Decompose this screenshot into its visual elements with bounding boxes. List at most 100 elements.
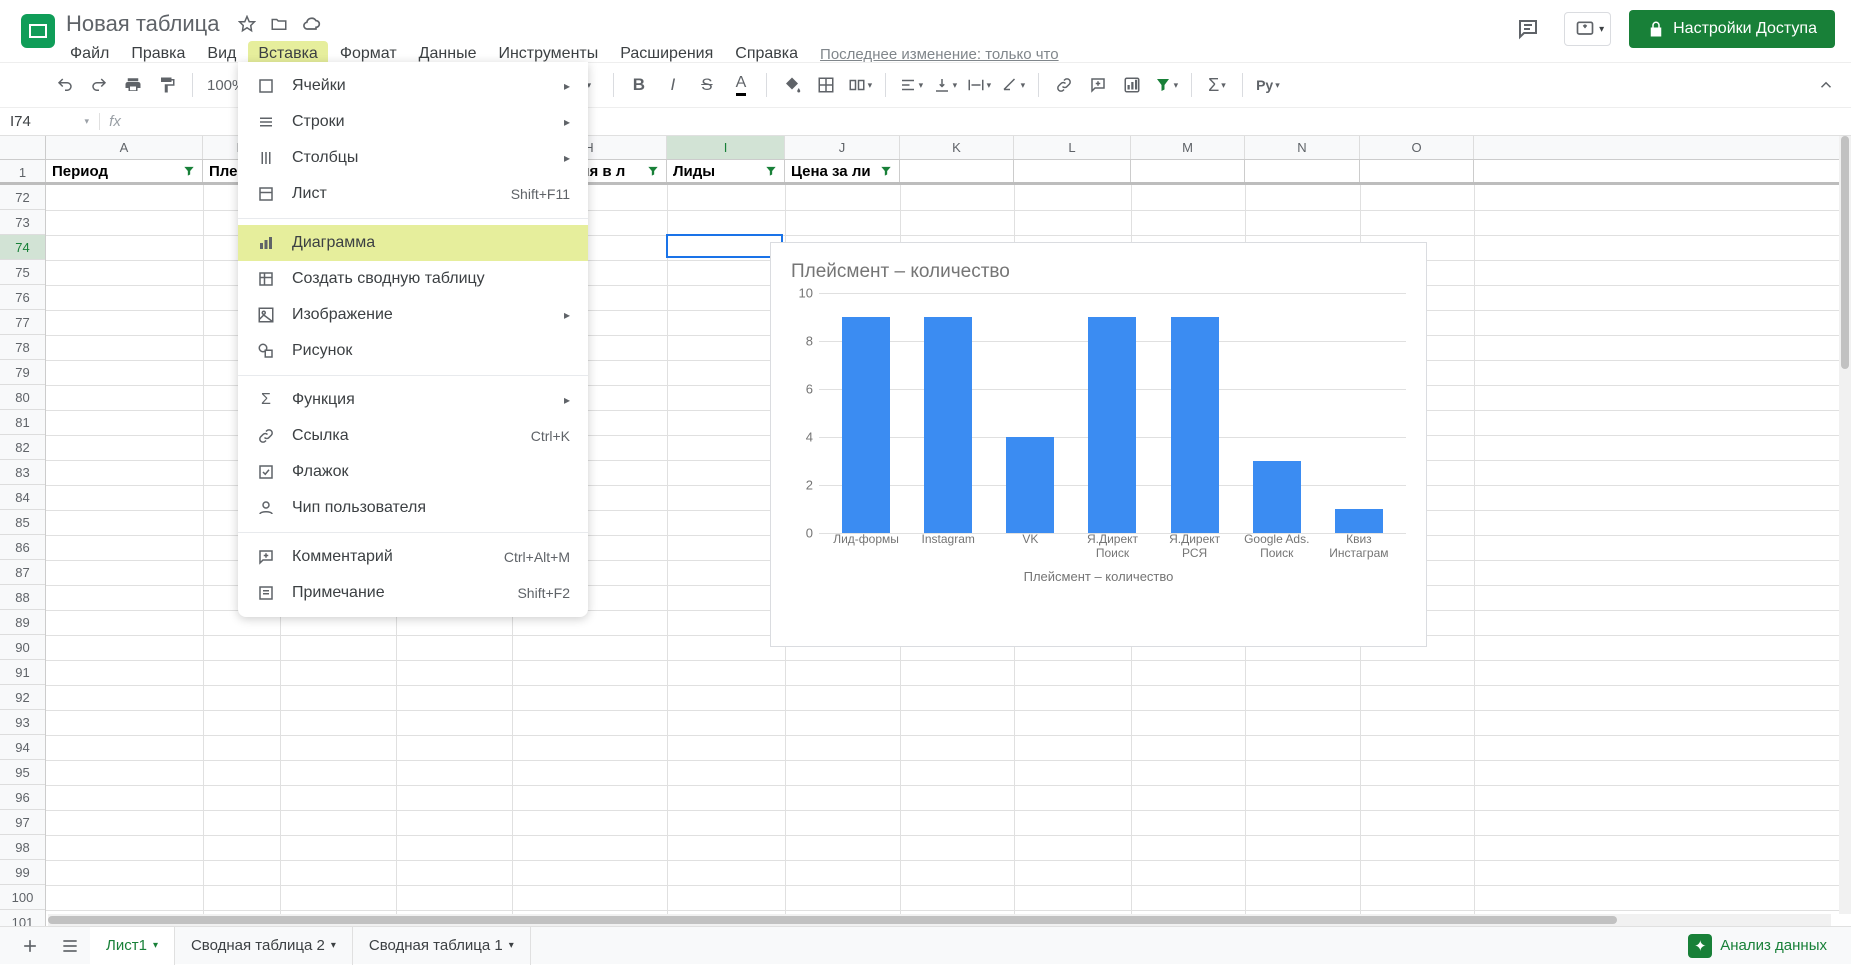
all-sheets-icon[interactable] xyxy=(50,927,90,965)
insert-chip[interactable]: Чип пользователя xyxy=(238,490,588,526)
functions-icon[interactable]: Σ xyxy=(1202,70,1232,100)
py-button[interactable]: Py xyxy=(1253,70,1283,100)
chart-bar[interactable] xyxy=(1006,437,1054,533)
fill-color-icon[interactable] xyxy=(777,70,807,100)
insert-sheet[interactable]: ЛистShift+F11 xyxy=(238,176,588,212)
chart-bar[interactable] xyxy=(1171,317,1219,533)
chart-card[interactable]: Плейсмент – количество 0246810 Лид-формы… xyxy=(770,242,1427,647)
row-header-83[interactable]: 83 xyxy=(0,460,45,485)
insert-function[interactable]: ΣФункция▸ xyxy=(238,382,588,418)
header-cell-A[interactable]: Период xyxy=(46,160,203,182)
header-cell-I[interactable]: Лиды xyxy=(667,160,785,182)
row-header-90[interactable]: 90 xyxy=(0,635,45,660)
row-header-88[interactable]: 88 xyxy=(0,585,45,610)
row-header-99[interactable]: 99 xyxy=(0,860,45,885)
row-header-93[interactable]: 93 xyxy=(0,710,45,735)
col-header-K[interactable]: K xyxy=(900,136,1014,159)
vertical-scrollbar[interactable] xyxy=(1839,136,1851,914)
row-header-81[interactable]: 81 xyxy=(0,410,45,435)
insert-checkbox[interactable]: Флажок xyxy=(238,454,588,490)
header-cell-J[interactable]: Цена за ли xyxy=(785,160,900,182)
menu-help[interactable]: Справка xyxy=(725,41,808,67)
filter-toggle-icon[interactable] xyxy=(879,164,893,178)
filter-toggle-icon[interactable] xyxy=(646,164,660,178)
col-header-M[interactable]: M xyxy=(1131,136,1245,159)
borders-icon[interactable] xyxy=(811,70,841,100)
header-cell-K[interactable] xyxy=(900,160,1014,182)
insert-image[interactable]: Изображение▸ xyxy=(238,297,588,333)
sheet-tab-1[interactable]: Лист1▾ xyxy=(90,927,175,965)
chart-bar[interactable] xyxy=(842,317,890,533)
row-header-82[interactable]: 82 xyxy=(0,435,45,460)
row-header-100[interactable]: 100 xyxy=(0,885,45,910)
row-header-75[interactable]: 75 xyxy=(0,260,45,285)
header-cell-O[interactable] xyxy=(1360,160,1474,182)
header-cell-L[interactable] xyxy=(1014,160,1131,182)
present-button[interactable]: ▾ xyxy=(1564,12,1611,46)
filter-toggle-icon[interactable] xyxy=(764,164,778,178)
comment-icon[interactable] xyxy=(1083,70,1113,100)
row-header-101[interactable]: 101 xyxy=(0,910,45,926)
header-cell-N[interactable] xyxy=(1245,160,1360,182)
insert-drawing[interactable]: Рисунок xyxy=(238,333,588,369)
add-sheet-icon[interactable] xyxy=(10,927,50,965)
row-header-74[interactable]: 74 xyxy=(0,235,45,260)
row-header-92[interactable]: 92 xyxy=(0,685,45,710)
share-button[interactable]: Настройки Доступа xyxy=(1629,10,1835,48)
chart-bar[interactable] xyxy=(1088,317,1136,533)
undo-icon[interactable] xyxy=(50,70,80,100)
row-header-87[interactable]: 87 xyxy=(0,560,45,585)
name-box[interactable]: I74 xyxy=(0,113,100,130)
insert-cells[interactable]: Ячейки▸ xyxy=(238,68,588,104)
col-header-N[interactable]: N xyxy=(1245,136,1360,159)
strikethrough-icon[interactable]: S xyxy=(692,70,722,100)
paint-format-icon[interactable] xyxy=(152,70,182,100)
sheet-tab-pivot2[interactable]: Сводная таблица 2▾ xyxy=(175,927,353,965)
row-header-72[interactable]: 72 xyxy=(0,185,45,210)
insert-link[interactable]: СсылкаCtrl+K xyxy=(238,418,588,454)
last-edit-link[interactable]: Последнее изменение: только что xyxy=(810,42,1069,67)
document-title[interactable]: Новая таблица xyxy=(60,11,225,37)
selected-cell[interactable] xyxy=(666,234,783,258)
insert-chart[interactable]: Диаграмма xyxy=(238,225,588,261)
row-header-96[interactable]: 96 xyxy=(0,785,45,810)
sheet-tab-pivot1[interactable]: Сводная таблица 1▾ xyxy=(353,927,531,965)
row-header-97[interactable]: 97 xyxy=(0,810,45,835)
chart-bar[interactable] xyxy=(1335,509,1383,533)
col-header-L[interactable]: L xyxy=(1014,136,1131,159)
col-header-A[interactable]: A xyxy=(46,136,203,159)
merge-cells-icon[interactable] xyxy=(845,70,875,100)
row-header-77[interactable]: 77 xyxy=(0,310,45,335)
row-header-80[interactable]: 80 xyxy=(0,385,45,410)
row-header-1[interactable]: 1 xyxy=(0,160,46,182)
insert-columns[interactable]: Столбцы▸ xyxy=(238,140,588,176)
row-header-94[interactable]: 94 xyxy=(0,735,45,760)
filter-toggle-icon[interactable] xyxy=(182,164,196,178)
insert-rows[interactable]: Строки▸ xyxy=(238,104,588,140)
insert-note[interactable]: ПримечаниеShift+F2 xyxy=(238,575,588,611)
header-cell-M[interactable] xyxy=(1131,160,1245,182)
row-header-95[interactable]: 95 xyxy=(0,760,45,785)
redo-icon[interactable] xyxy=(84,70,114,100)
explore-button[interactable]: ✦Анализ данных xyxy=(1674,934,1841,958)
move-folder-icon[interactable] xyxy=(269,14,289,34)
row-header-73[interactable]: 73 xyxy=(0,210,45,235)
collapse-toolbar-icon[interactable] xyxy=(1811,70,1841,100)
insert-comment[interactable]: КомментарийCtrl+Alt+M xyxy=(238,539,588,575)
insert-pivot[interactable]: Создать сводную таблицу xyxy=(238,261,588,297)
rotate-icon[interactable] xyxy=(998,70,1028,100)
row-header-91[interactable]: 91 xyxy=(0,660,45,685)
cloud-saved-icon[interactable] xyxy=(301,14,321,34)
row-header-85[interactable]: 85 xyxy=(0,510,45,535)
row-header-78[interactable]: 78 xyxy=(0,335,45,360)
row-header-76[interactable]: 76 xyxy=(0,285,45,310)
menu-edit[interactable]: Правка xyxy=(121,41,195,67)
chart-bar[interactable] xyxy=(1253,461,1301,533)
comments-icon[interactable] xyxy=(1510,11,1546,47)
insert-chart-icon[interactable] xyxy=(1117,70,1147,100)
wrap-icon[interactable] xyxy=(964,70,994,100)
link-icon[interactable] xyxy=(1049,70,1079,100)
filter-icon[interactable] xyxy=(1151,70,1181,100)
menu-file[interactable]: Файл xyxy=(60,41,119,67)
row-header-98[interactable]: 98 xyxy=(0,835,45,860)
